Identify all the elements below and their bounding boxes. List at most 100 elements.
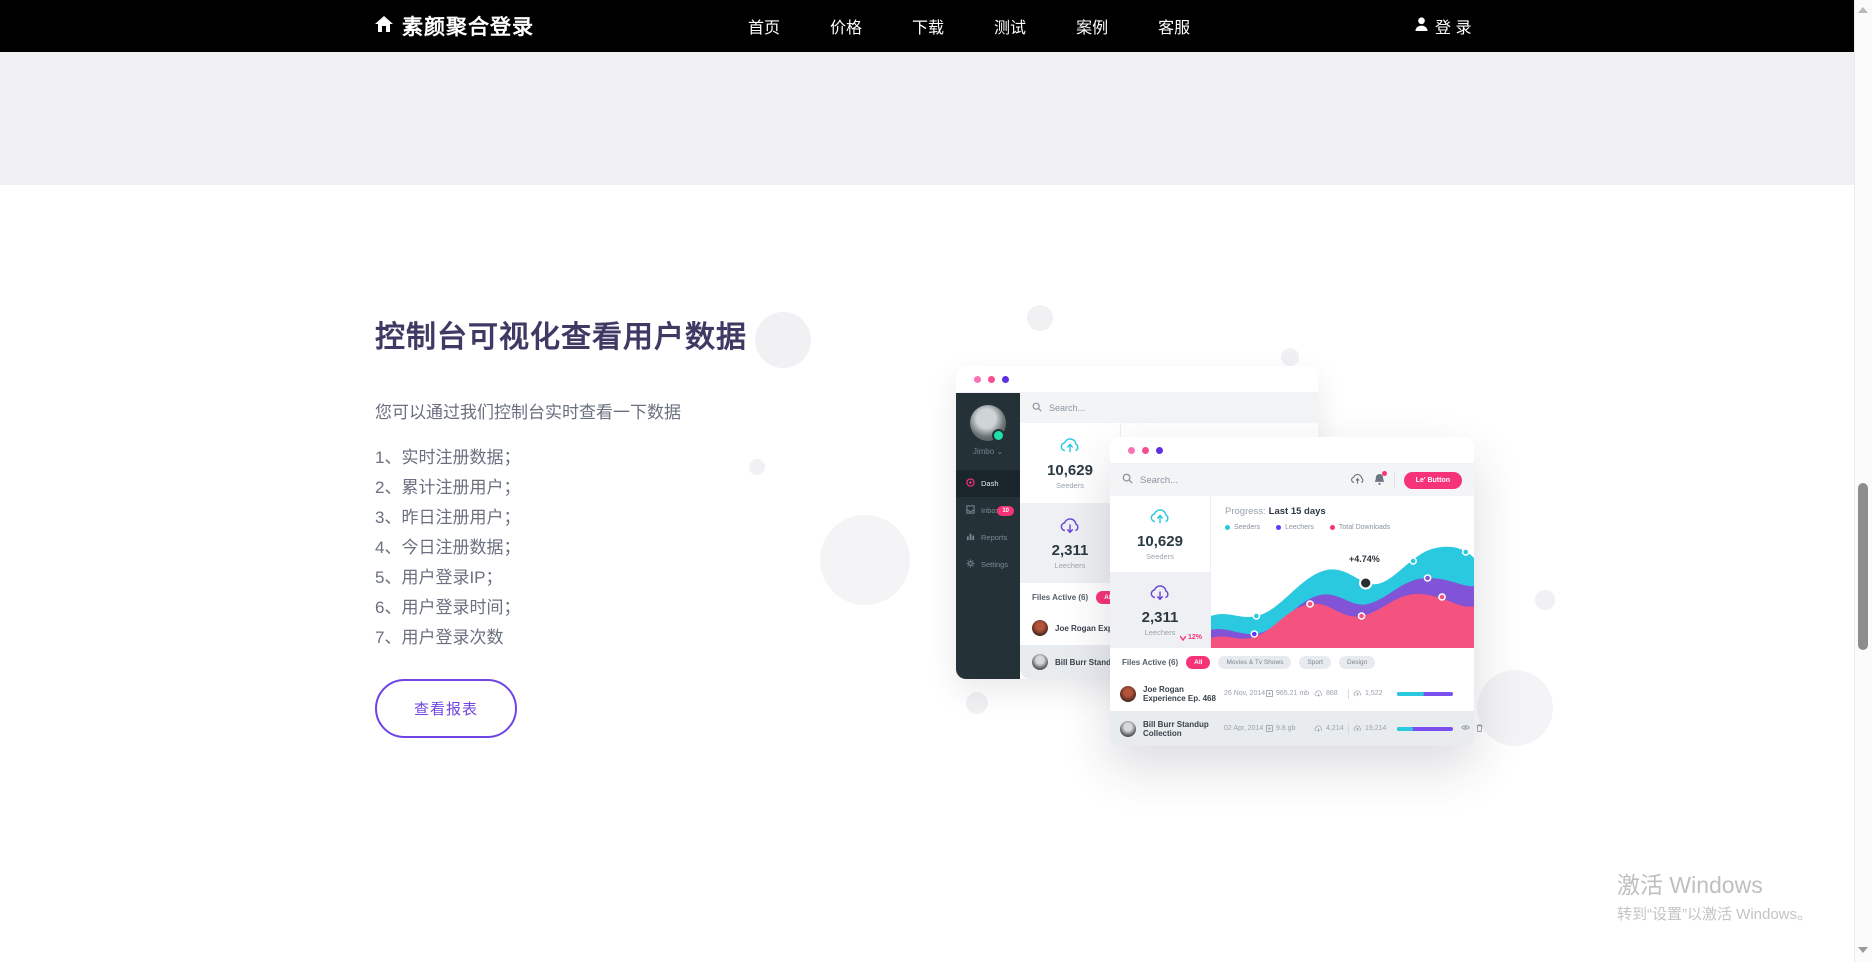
scrollbar[interactable] xyxy=(1854,0,1872,962)
delta-badge: 12% xyxy=(1180,634,1202,641)
view-report-button[interactable]: 查看报表 xyxy=(375,679,517,738)
window-dot xyxy=(1142,447,1149,454)
nav-item-home[interactable]: 首页 xyxy=(748,14,780,38)
dashboard-card-front: Search... Le' Button 10,629 Seeders 2,31… xyxy=(1110,437,1474,745)
nav-item-support[interactable]: 客服 xyxy=(1158,14,1190,38)
window-dot xyxy=(1002,376,1009,383)
filter-design[interactable]: Design xyxy=(1339,656,1375,669)
stat-label: Leechers xyxy=(1055,561,1086,570)
search-placeholder: Search... xyxy=(1049,403,1085,413)
stat-value: 10,629 xyxy=(1137,533,1183,550)
filter-movies[interactable]: Movies & Tv Shows xyxy=(1218,656,1291,669)
upload-count: 1,522 xyxy=(1365,690,1383,697)
stat-value: 10,629 xyxy=(1047,462,1093,479)
list-item: 6、用户登录时间； xyxy=(375,593,975,623)
file-size: 9.8 gb xyxy=(1276,725,1295,732)
list-item: 1、实时注册数据； xyxy=(375,443,975,473)
file-avatar xyxy=(1032,654,1048,670)
brand-label: 素颜聚合登录 xyxy=(402,11,534,41)
download-count: 4,214 xyxy=(1326,725,1344,732)
scrollbar-thumb[interactable] xyxy=(1858,483,1868,650)
window-dot xyxy=(974,376,981,383)
bell-icon[interactable] xyxy=(1374,473,1385,488)
file-row[interactable]: Joe Rogan Experience Ep. 468 26 Nov, 201… xyxy=(1110,676,1474,711)
cloud-upload-icon xyxy=(1353,725,1362,732)
header-band xyxy=(0,52,1855,185)
nav-item-cases[interactable]: 案例 xyxy=(1076,14,1108,38)
cloud-upload-icon xyxy=(1353,690,1362,697)
stat-value: 2,311 xyxy=(1142,609,1179,626)
scroll-up-icon[interactable] xyxy=(1858,7,1868,13)
legend-label: Leechers xyxy=(1285,524,1314,531)
search-icon xyxy=(1122,473,1133,487)
cloud-download-icon xyxy=(1059,517,1081,539)
login-button[interactable]: 登 录 xyxy=(1415,0,1471,52)
nav-item-test[interactable]: 测试 xyxy=(994,14,1026,38)
nav-item-pricing[interactable]: 价格 xyxy=(830,14,862,38)
tooltip-dot xyxy=(1360,578,1371,589)
legend-label: Seeders xyxy=(1234,524,1260,531)
brand[interactable]: 素颜聚合登录 xyxy=(375,0,534,52)
feature-list: 1、实时注册数据； 2、累计注册用户； 3、昨日注册用户； 4、今日注册数据； … xyxy=(375,443,975,653)
decor-circle xyxy=(1027,305,1053,331)
list-item: 3、昨日注册用户； xyxy=(375,503,975,533)
scroll-down-icon[interactable] xyxy=(1858,947,1868,953)
decor-circle xyxy=(1535,590,1555,610)
disk-icon xyxy=(1266,690,1273,697)
user-icon xyxy=(1415,17,1428,36)
user-name: Jimbo xyxy=(973,447,994,456)
sidebar-item-label: Dash xyxy=(981,479,999,488)
hero-section: 控制台可视化查看用户数据 您可以通过我们控制台实时查看一下数据 1、实时注册数据… xyxy=(375,312,975,738)
delta-value: 12% xyxy=(1188,634,1202,641)
cloud-upload-icon xyxy=(1059,437,1081,459)
stat-label: Leechers xyxy=(1145,628,1176,637)
filter-sport[interactable]: Sport xyxy=(1299,656,1331,669)
search-input[interactable]: Search... xyxy=(1020,393,1318,423)
chart-legend: Seeders Leechers Total Downloads xyxy=(1225,524,1390,531)
nav-item-download[interactable]: 下载 xyxy=(912,14,944,38)
decor-circle xyxy=(1281,348,1299,366)
avatar[interactable] xyxy=(970,405,1006,441)
list-item: 5、用户登录IP； xyxy=(375,563,975,593)
inbox-badge: 10 xyxy=(997,506,1014,516)
trash-icon[interactable] xyxy=(1476,724,1483,734)
cloud-sync-icon[interactable] xyxy=(1350,473,1365,488)
window-titlebar xyxy=(1110,437,1474,464)
list-item: 7、用户登录次数 xyxy=(375,623,975,653)
file-avatar xyxy=(1120,721,1136,737)
filter-all[interactable]: All xyxy=(1186,656,1210,669)
decor-circle xyxy=(1477,670,1553,746)
disk-icon xyxy=(1266,725,1273,732)
le-button[interactable]: Le' Button xyxy=(1404,472,1462,489)
progress-label: Progress: xyxy=(1225,506,1266,517)
stat-seeders: 10,629 Seeders xyxy=(1110,496,1210,572)
file-date: 02 Apr, 2014 xyxy=(1224,725,1266,732)
cloud-download-icon xyxy=(1314,690,1323,697)
stat-label: Seeders xyxy=(1056,481,1084,490)
progress-bar xyxy=(1397,727,1453,731)
eye-icon[interactable] xyxy=(1461,724,1470,734)
upload-count: 19,214 xyxy=(1365,725,1386,732)
progress-chart: Progress:Last 15 days Seeders Leechers T… xyxy=(1211,496,1474,648)
progress-bar xyxy=(1397,692,1453,696)
chevron-down-icon: ⌄ xyxy=(996,447,1003,456)
file-avatar xyxy=(1120,686,1136,702)
file-row[interactable]: Bill Burr Standup Collection 02 Apr, 201… xyxy=(1110,711,1474,746)
top-navbar: 素颜聚合登录 首页 价格 下载 测试 案例 客服 登 录 xyxy=(0,0,1872,52)
progress-range: Last 15 days xyxy=(1269,506,1326,517)
cloud-upload-icon xyxy=(1149,508,1171,530)
window-dot xyxy=(988,376,995,383)
files-active-label: Files Active (6) xyxy=(1032,593,1088,602)
stat-leechers: 2,311 Leechers xyxy=(1020,503,1120,583)
window-dot xyxy=(1128,447,1135,454)
sidebar-item-label: Settings xyxy=(981,560,1008,569)
chart-tooltip: +4.74% xyxy=(1349,554,1380,564)
stat-seeders: 10,629 Seeders xyxy=(1020,423,1120,503)
sidebar-item-label: Reports xyxy=(981,533,1007,542)
window-dot xyxy=(1156,447,1163,454)
nav-menu: 首页 价格 下载 测试 案例 客服 xyxy=(748,0,1190,52)
file-size: 965.21 mb xyxy=(1276,690,1309,697)
hero-subtitle: 您可以通过我们控制台实时查看一下数据 xyxy=(375,398,975,423)
area-chart xyxy=(1211,536,1474,648)
search-placeholder[interactable]: Search... xyxy=(1140,475,1178,486)
